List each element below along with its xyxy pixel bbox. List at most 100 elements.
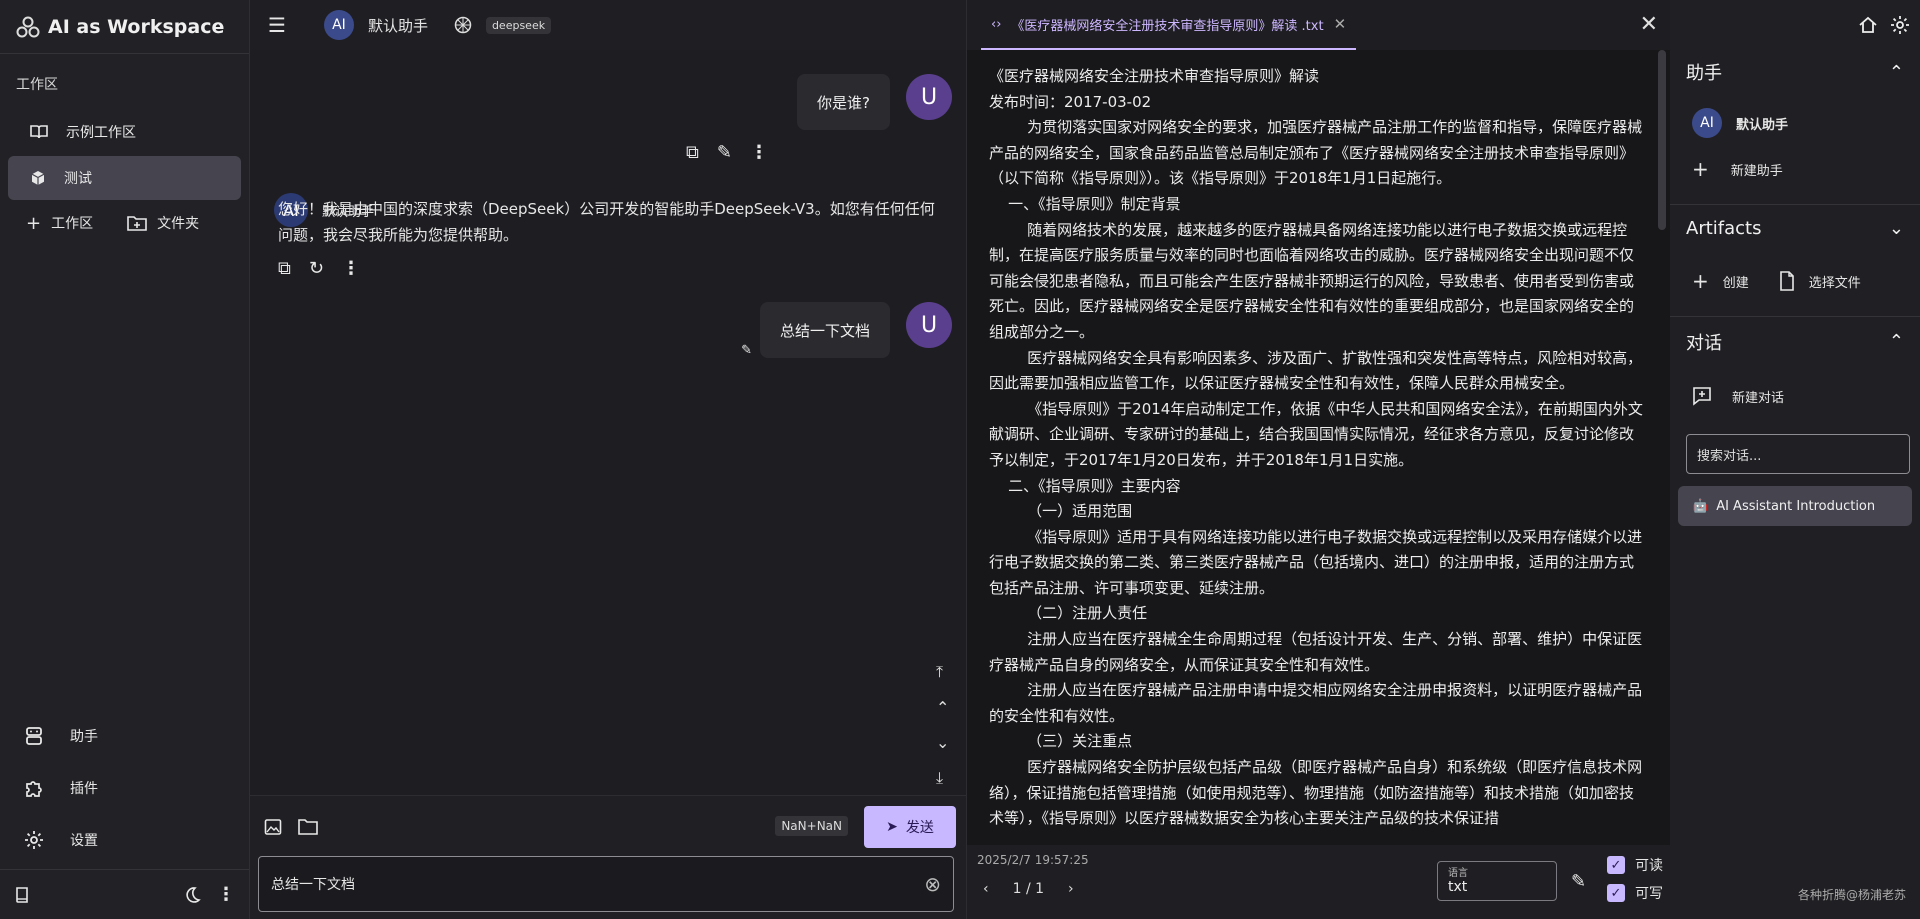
home-icon[interactable] xyxy=(1858,15,1878,35)
send-button[interactable]: ➤ 发送 xyxy=(864,806,956,848)
document-scrollbar[interactable] xyxy=(1658,50,1666,230)
conversation-item[interactable]: 🤖 AI Assistant Introduction xyxy=(1678,486,1912,526)
close-panel-icon[interactable]: ✕ xyxy=(1640,12,1658,37)
folder-icon[interactable] xyxy=(298,818,318,836)
writable-checkbox[interactable]: ✓ 可写 xyxy=(1607,883,1663,903)
add-workspace-button[interactable]: + 工作区 xyxy=(26,213,93,234)
tab-document-title: 《医疗器械网络安全注册技术审查指导原则》解读 .txt xyxy=(1011,18,1324,34)
workspace-item-example[interactable]: 示例工作区 xyxy=(8,110,241,154)
choose-file-button[interactable]: 选择文件 xyxy=(1779,271,1861,291)
scroll-bottom-icon[interactable]: ⤓ xyxy=(936,768,949,788)
edit-icon[interactable]: ✎ xyxy=(1571,871,1586,892)
logo-icon xyxy=(16,16,40,37)
edit-pencil-icon[interactable]: ✎ xyxy=(741,343,752,358)
user-message-actions: ⧉ ✎ ⋮ xyxy=(686,142,768,163)
document-footer: 2025/2/7 19:57:25 ‹ 1 / 1 › 语言 txt ✎ ✓ 可… xyxy=(967,845,1671,919)
choose-file-label: 选择文件 xyxy=(1808,275,1861,291)
new-assistant-button[interactable]: + 新建助手 xyxy=(1670,146,1920,192)
image-icon[interactable] xyxy=(264,818,282,836)
scroll-up-icon[interactable]: ⌃ xyxy=(936,698,949,717)
conversation-search-input[interactable]: 搜索对话... xyxy=(1686,434,1910,474)
chevron-up-icon: ⌃ xyxy=(1888,331,1904,352)
chat-panel: ☰ AI 默认助手 deepseek 你是谁? U ⧉ ✎ ⋮ AI 默认助手 … xyxy=(250,0,966,919)
chat-plus-icon xyxy=(1693,387,1711,406)
chevron-up-icon: ⌃ xyxy=(1888,61,1904,83)
scroll-top-icon[interactable]: ⤒ xyxy=(936,662,949,682)
assistant-name[interactable]: 默认助手 xyxy=(368,15,428,36)
message-input-value: 总结一下文档 xyxy=(271,877,355,893)
brand-title: AI as Workspace xyxy=(48,15,225,38)
add-row: + 工作区 文件夹 xyxy=(0,200,249,240)
ai-message-text: 您好！我是由中国的深度求索（DeepSeek）公司开发的智能助手DeepSeek… xyxy=(278,200,935,244)
app-root: AI as Workspace 工作区 示例工作区 测试 + 工作区 文件夹 助… xyxy=(0,0,1920,919)
workspace-item-label: 测试 xyxy=(64,171,92,187)
model-chip[interactable]: deepseek xyxy=(485,16,552,34)
artifacts-section-header[interactable]: Artifacts ⌄ xyxy=(1670,204,1920,252)
nav-assistant[interactable]: 助手 xyxy=(0,710,249,762)
cube-icon xyxy=(31,171,45,185)
clear-icon[interactable]: ⊗ xyxy=(924,872,941,896)
assistant-item-label: 默认助手 xyxy=(1736,117,1789,133)
assistant-section-header[interactable]: 助手 ⌃ xyxy=(1670,50,1920,94)
pager: ‹ 1 / 1 › xyxy=(983,881,1074,897)
readable-checkbox[interactable]: ✓ 可读 xyxy=(1607,855,1663,875)
more-vert-icon[interactable]: ⋮ xyxy=(217,884,235,905)
tab-document[interactable]: ‹› 《医疗器械网络安全注册技术审查指导原则》解读 .txt ✕ xyxy=(981,0,1357,50)
assistant-section-title: 助手 xyxy=(1686,63,1722,84)
message-input[interactable]: 总结一下文档 ⊗ xyxy=(258,856,954,912)
readable-label: 可读 xyxy=(1635,858,1663,874)
more-vert-icon[interactable]: ⋮ xyxy=(750,142,768,163)
assistant-item-avatar: AI xyxy=(1692,108,1722,138)
input-bar: ⊤ NaN+NaN ➤ 发送 总结一下文档 ⊗ xyxy=(250,795,966,919)
new-conversation-button[interactable]: 新建对话 xyxy=(1670,368,1920,424)
writable-label: 可写 xyxy=(1635,886,1663,902)
nav-settings[interactable]: 设置 xyxy=(0,814,249,866)
left-footer: ⋮ xyxy=(0,869,249,919)
user-avatar: U xyxy=(906,74,952,120)
prev-page-icon[interactable]: ‹ xyxy=(983,881,989,897)
bottom-nav: 助手 插件 设置 xyxy=(0,710,249,866)
create-artifact-button[interactable]: + 创建 xyxy=(1692,269,1749,293)
workspace-item-test[interactable]: 测试 xyxy=(8,156,241,200)
plus-icon: + xyxy=(1692,157,1709,181)
copy-icon[interactable]: ⧉ xyxy=(686,142,699,163)
add-folder-button[interactable]: 文件夹 xyxy=(127,213,199,233)
gear-icon[interactable] xyxy=(1890,15,1910,35)
send-label: 发送 xyxy=(905,820,934,836)
gear-icon xyxy=(25,831,43,849)
ai-message-actions: ⧉ ↻ ⋮ xyxy=(278,258,360,279)
file-plus-icon xyxy=(1779,271,1794,291)
plus-icon: + xyxy=(26,212,42,234)
language-field[interactable]: 语言 txt xyxy=(1437,861,1557,901)
edit-icon[interactable]: ✎ xyxy=(717,142,732,163)
document-content[interactable]: 《医疗器械网络安全注册技术审查指导原则》解读 发布时间：2017-03-02 为… xyxy=(989,64,1647,832)
page-indicator: 1 / 1 xyxy=(1012,881,1045,897)
top-icons xyxy=(1670,0,1920,50)
nav-assistant-label: 助手 xyxy=(70,729,98,745)
more-vert-icon[interactable]: ⋮ xyxy=(342,258,360,279)
scroll-down-icon[interactable]: ⌄ xyxy=(936,733,949,752)
conversation-item-label: AI Assistant Introduction xyxy=(1716,498,1876,514)
create-label: 创建 xyxy=(1722,275,1749,291)
dark-mode-icon[interactable] xyxy=(183,886,201,904)
model-brain-icon xyxy=(454,16,472,34)
send-icon: ➤ xyxy=(886,819,898,835)
next-page-icon[interactable]: › xyxy=(1068,881,1074,897)
watermark: 各种折腾@杨浦老苏 xyxy=(1797,888,1906,902)
plus-icon: + xyxy=(1692,269,1709,293)
document-tabs: ‹› 《医疗器械网络安全注册技术审查指导原则》解读 .txt ✕ ✕ xyxy=(967,0,1670,50)
conversation-search-placeholder: 搜索对话... xyxy=(1697,448,1762,464)
user-avatar: U xyxy=(906,302,952,348)
tab-close-icon[interactable]: ✕ xyxy=(1334,15,1347,33)
robot-avatar-icon: 🤖 xyxy=(1692,498,1709,514)
conversation-section-header[interactable]: 对话 ⌃ xyxy=(1670,316,1920,366)
add-folder-label: 文件夹 xyxy=(157,216,200,232)
assistant-item[interactable]: AI 默认助手 xyxy=(1670,100,1920,146)
book-icon xyxy=(30,125,48,139)
refresh-icon[interactable]: ↻ xyxy=(309,258,324,279)
menu-icon[interactable]: ☰ xyxy=(268,13,286,37)
brand[interactable]: AI as Workspace xyxy=(0,0,249,54)
nav-plugins[interactable]: 插件 xyxy=(0,762,249,814)
copy-icon[interactable]: ⧉ xyxy=(278,258,291,279)
docs-book-icon[interactable] xyxy=(14,886,32,904)
